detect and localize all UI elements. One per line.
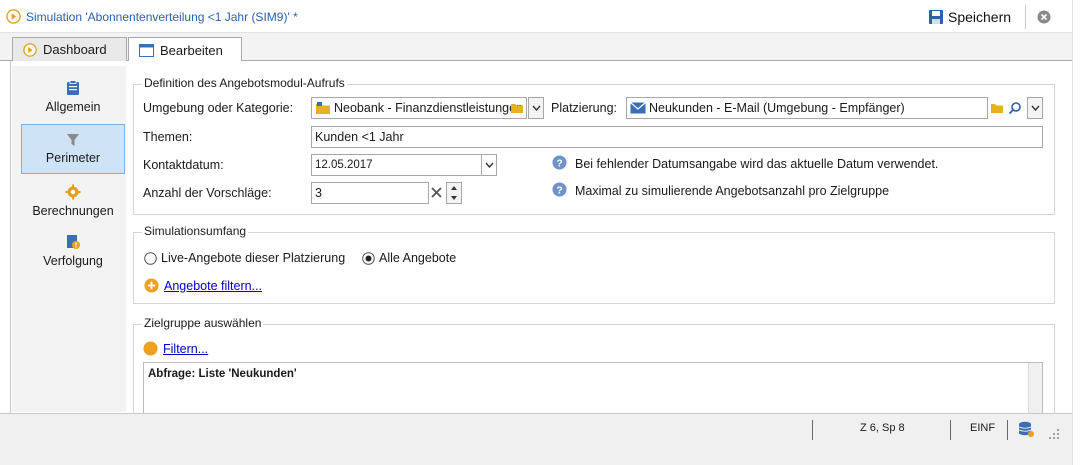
proposal-count-stepper[interactable]	[446, 182, 462, 204]
status-separator	[1007, 420, 1008, 440]
right-edge-scrollbar[interactable]	[1072, 0, 1092, 465]
simulation-icon	[6, 9, 21, 24]
proposal-count-value: 3	[315, 186, 322, 200]
placement-folder-icon[interactable]	[990, 102, 1004, 114]
dashboard-play-icon	[23, 42, 37, 57]
definition-group-title: Definition des Angebotsmodul-Aufrufs	[142, 76, 347, 90]
filter-offers-link[interactable]: Angebote filtern...	[144, 278, 262, 293]
proposal-count-field[interactable]: 3	[311, 182, 429, 204]
svg-text:?: ?	[556, 158, 562, 169]
help-icon: ?	[552, 155, 567, 170]
placement-dropdown-button[interactable]	[1027, 97, 1043, 119]
themes-label: Themen:	[143, 130, 193, 144]
placement-field[interactable]: Neukunden - E-Mail (Umgebung - Empfänger…	[626, 97, 988, 119]
folder-environment-icon	[316, 102, 330, 114]
database-icon[interactable]	[1018, 421, 1035, 438]
radio-unchecked-icon	[144, 251, 157, 265]
environment-label: Umgebung oder Kategorie:	[143, 101, 294, 115]
sidebar-item-perimeter-label: Perimeter	[45, 151, 101, 165]
query-text: Abfrage: Liste 'Neukunden'	[148, 368, 297, 380]
radio-live-offers[interactable]: Live-Angebote dieser Platzierung	[144, 251, 345, 265]
placement-value: Neukunden - E-Mail (Umgebung - Empfänger…	[649, 101, 905, 115]
radio-all-offers-label: Alle Angebote	[379, 251, 457, 265]
query-scrollbar[interactable]	[1028, 363, 1042, 413]
radio-checked-icon	[362, 251, 375, 265]
sidebar-item-allgemein[interactable]: Allgemein	[21, 72, 125, 122]
insert-mode: EINF	[970, 422, 996, 434]
save-button-label: Speichern	[948, 9, 1012, 25]
sidebar: Allgemein Perimeter Berechnungen Verfolg…	[12, 66, 126, 412]
contact-date-field[interactable]: 12.05.2017	[311, 154, 483, 176]
target-filter-link[interactable]: Filtern...	[143, 341, 208, 356]
chevron-down-icon	[531, 105, 541, 111]
add-plus-icon	[144, 278, 159, 293]
save-button[interactable]: Speichern	[928, 6, 1011, 28]
svg-text:?: ?	[556, 185, 562, 196]
max-offers-hint: Maximal zu simulierende Angebotsanzahl p…	[575, 184, 890, 198]
sidebar-item-berechnungen[interactable]: Berechnungen	[21, 176, 125, 226]
gear-icon	[65, 184, 81, 200]
clipboard-icon	[67, 80, 79, 95]
tab-bar: Dashboard Bearbeiten	[0, 33, 1072, 62]
search-icon[interactable]	[1008, 101, 1022, 115]
environment-dropdown-button[interactable]	[528, 97, 544, 119]
themes-field[interactable]: Kunden <1 Jahr	[311, 126, 1043, 148]
step-down-icon[interactable]	[450, 195, 458, 201]
sidebar-item-verfolgung[interactable]: Verfolgung	[21, 226, 125, 276]
clear-x-icon[interactable]	[430, 186, 443, 199]
email-icon	[630, 102, 646, 114]
toolbar-separator	[1025, 5, 1026, 29]
sidebar-item-allgemein-label: Allgemein	[45, 100, 101, 114]
help-icon: ?	[552, 182, 567, 197]
radio-live-offers-label: Live-Angebote dieser Platzierung	[161, 251, 346, 265]
target-filter-link-label: Filtern...	[163, 341, 209, 356]
contact-date-label: Kontaktdatum:	[143, 158, 224, 172]
chevron-down-icon	[484, 162, 494, 168]
date-hint: Bei fehlender Datumsangabe wird das aktu…	[575, 157, 939, 171]
close-icon[interactable]	[1037, 10, 1051, 24]
tab-bearbeiten[interactable]: Bearbeiten	[128, 37, 242, 62]
sidebar-item-verfolgung-label: Verfolgung	[43, 254, 103, 268]
resize-grip-icon[interactable]	[1048, 428, 1060, 440]
tab-bearbeiten-label: Bearbeiten	[160, 42, 223, 58]
contact-date-dropdown-button[interactable]	[481, 154, 497, 176]
status-separator	[950, 420, 951, 440]
chevron-down-icon	[1030, 105, 1040, 111]
filter-circle-icon	[143, 341, 158, 356]
sidebar-item-perimeter[interactable]: Perimeter	[21, 124, 125, 174]
themes-value: Kunden <1 Jahr	[315, 130, 404, 144]
edit-window-icon	[139, 43, 154, 57]
environment-value: Neobank - Finanzdienstleistungen	[334, 101, 524, 115]
status-bar: Z 6, Sp 8 EINF	[0, 413, 1072, 465]
proposal-count-label: Anzahl der Vorschläge:	[143, 186, 272, 200]
folder-browse-icon[interactable]	[510, 102, 524, 114]
placement-label: Platzierung:	[551, 101, 618, 115]
contact-date-value: 12.05.2017	[315, 159, 373, 171]
query-textarea[interactable]: Abfrage: Liste 'Neukunden'	[143, 362, 1043, 414]
sidebar-item-berechnungen-label: Berechnungen	[32, 204, 114, 218]
title-bar: Simulation 'Abonnentenverteilung <1 Jahr…	[0, 0, 1072, 33]
target-group-title: Zielgruppe auswählen	[142, 316, 264, 330]
tab-dashboard-label: Dashboard	[43, 42, 107, 57]
tab-dashboard[interactable]: Dashboard	[12, 37, 127, 61]
status-separator	[812, 420, 813, 440]
filter-offers-link-label: Angebote filtern...	[164, 278, 262, 293]
window-title: Simulation 'Abonnentenverteilung <1 Jahr…	[26, 10, 298, 24]
step-up-icon[interactable]	[450, 185, 458, 191]
tracking-document-icon	[67, 235, 80, 249]
scope-group: Simulationsumfang	[133, 224, 1055, 304]
cursor-position: Z 6, Sp 8	[860, 422, 905, 434]
radio-all-offers[interactable]: Alle Angebote	[362, 251, 456, 265]
funnel-icon	[67, 134, 79, 146]
floppy-disk-icon	[929, 10, 943, 24]
environment-field[interactable]: Neobank - Finanzdienstleistungen	[311, 97, 527, 119]
scope-group-title: Simulationsumfang	[142, 224, 249, 238]
